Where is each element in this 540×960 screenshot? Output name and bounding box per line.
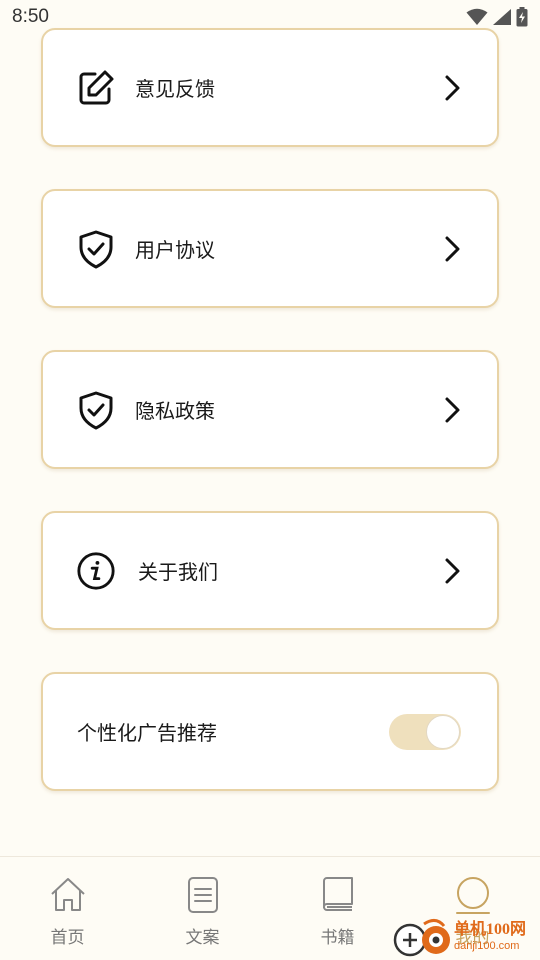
- tab-copywriting[interactable]: 文案: [135, 857, 270, 960]
- edit-icon: [76, 68, 116, 108]
- document-icon: [183, 875, 223, 915]
- ad-personalization-setting: 个性化广告推荐: [41, 672, 499, 791]
- tab-label: 首页: [50, 928, 85, 948]
- menu-item-privacy-policy[interactable]: 隐私政策: [41, 350, 499, 469]
- menu-item-label: 关于我们: [138, 560, 218, 584]
- tab-label: 书籍: [320, 928, 355, 948]
- cellular-signal-icon: [493, 9, 511, 25]
- shield-check-icon: [76, 229, 116, 269]
- chevron-right-icon: [441, 395, 463, 425]
- menu-item-label: 意见反馈: [135, 77, 215, 101]
- info-icon: [76, 551, 116, 591]
- menu-item-feedback[interactable]: 意见反馈: [41, 28, 499, 147]
- site-watermark: 单机100网 danji100.com: [392, 914, 540, 960]
- watermark-logo-icon: [393, 919, 450, 957]
- ad-personalization-toggle[interactable]: [389, 713, 461, 750]
- watermark-title: 单机100网: [454, 921, 527, 938]
- book-icon: [318, 875, 358, 915]
- menu-item-label: 隐私政策: [135, 399, 215, 423]
- menu-item-user-agreement[interactable]: 用户协议: [41, 189, 499, 308]
- status-bar: 8:50: [0, 0, 540, 34]
- toggle-knob: [426, 714, 460, 749]
- watermark-url: danji100.com: [454, 940, 520, 952]
- chevron-right-icon: [441, 234, 463, 264]
- wifi-icon: [466, 8, 488, 25]
- status-time: 8:50: [12, 6, 49, 27]
- battery-charging-icon: [516, 7, 528, 27]
- chevron-right-icon: [441, 73, 463, 103]
- home-icon: [48, 875, 88, 915]
- status-icons: [466, 7, 528, 27]
- ad-personalization-label: 个性化广告推荐: [77, 721, 217, 745]
- shield-check-icon: [76, 390, 116, 430]
- tab-label: 文案: [185, 928, 220, 948]
- menu-item-label: 用户协议: [135, 238, 215, 262]
- profile-icon: [453, 875, 493, 915]
- tab-books[interactable]: 书籍: [270, 857, 405, 960]
- chevron-right-icon: [441, 556, 463, 586]
- menu-item-about-us[interactable]: 关于我们: [41, 511, 499, 630]
- tab-home[interactable]: 首页: [0, 857, 135, 960]
- watermark-text: 单机100网 danji100.com: [454, 922, 526, 952]
